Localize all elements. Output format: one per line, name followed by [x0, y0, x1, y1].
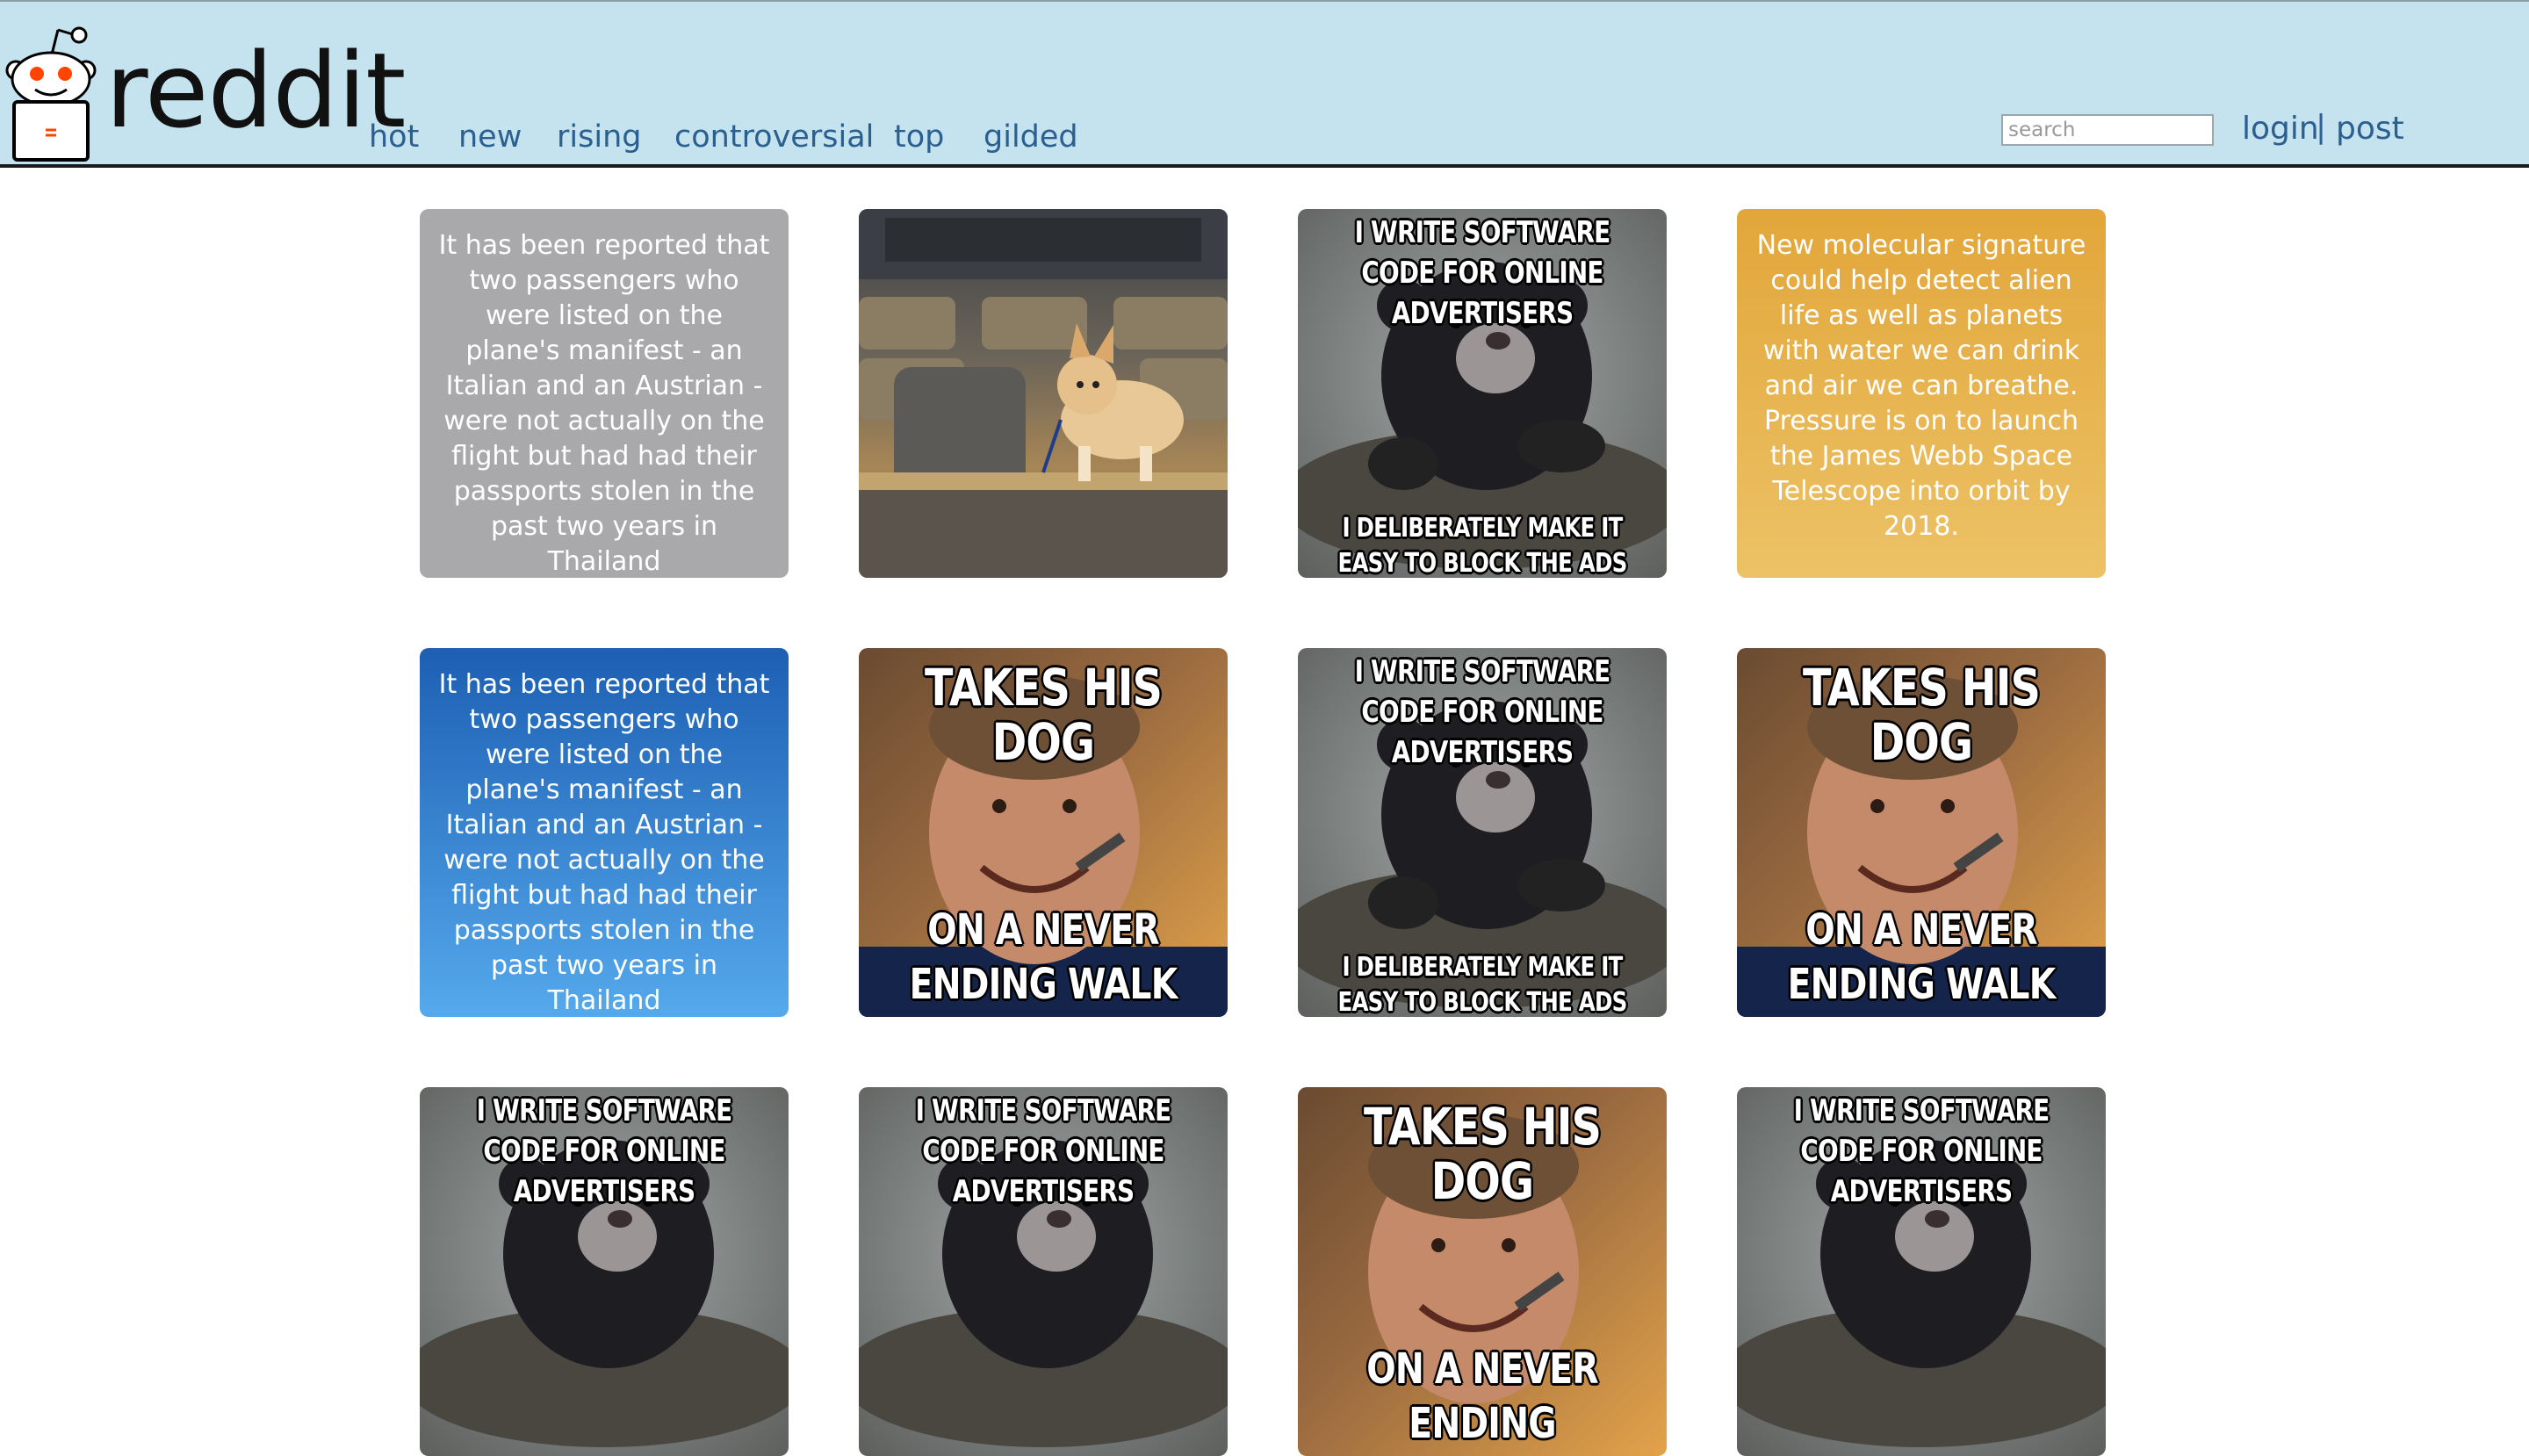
meme-top-caption: TAKES HIS DOG	[1802, 658, 2041, 772]
post-text: It has been reported that two passengers…	[438, 230, 770, 577]
meme-top-caption: I WRITE SOFTWARE CODE FOR ONLINE ADVERTI…	[915, 1093, 1172, 1209]
post-tile-meme[interactable]: I WRITE SOFTWARE CODE FOR ONLINE ADVERTI…	[1298, 209, 1667, 578]
meme-top-caption: I WRITE SOFTWARE CODE FOR ONLINE ADVERTI…	[1354, 215, 1611, 331]
meme-bottom-caption: I DELIBERATELY MAKE IT EASY TO BLOCK THE…	[1337, 952, 1627, 1017]
post-tile-text[interactable]: It has been reported that two passengers…	[420, 648, 789, 1017]
meme-bottom-caption: I DELIBERATELY MAKE IT EASY TO BLOCK THE…	[1337, 513, 1627, 578]
post-text: It has been reported that two passengers…	[438, 669, 770, 1016]
post-tile-meme[interactable]: TAKES HIS DOG ON A NEVER ENDING WALK	[1737, 648, 2106, 1017]
meme-top-caption: I WRITE SOFTWARE CODE FOR ONLINE ADVERTI…	[476, 1093, 733, 1209]
meme-bottom-caption: ON A NEVER ENDING WALK	[1787, 905, 2057, 1009]
meme-top-caption: TAKES HIS DOG	[1363, 1097, 1602, 1211]
post-tile-text[interactable]: It has been reported that two passengers…	[420, 209, 789, 578]
search-input[interactable]	[2001, 114, 2214, 146]
post-tile-meme[interactable]: I WRITE SOFTWARE CODE FOR ONLINE ADVERTI…	[1737, 1087, 2106, 1456]
post-tile-image[interactable]	[859, 209, 1228, 578]
separator: |	[2316, 109, 2327, 145]
corgi-puppy-image	[859, 209, 1228, 578]
post-tile-text[interactable]: New molecular signature could help detec…	[1737, 209, 2106, 578]
login-link[interactable]: login	[2242, 111, 2319, 147]
nav-gilded[interactable]: gilded	[984, 119, 1078, 155]
top-bar: reddit hot new rising controversial top …	[0, 0, 2529, 168]
nav-new[interactable]: new	[458, 119, 522, 155]
post-tile-meme[interactable]: TAKES HIS DOG ON A NEVER ENDING	[1298, 1087, 1667, 1456]
meme-top-caption: TAKES HIS DOG	[924, 658, 1163, 772]
meme-top-caption: I WRITE SOFTWARE CODE FOR ONLINE ADVERTI…	[1793, 1093, 2050, 1209]
nav-hot[interactable]: hot	[369, 119, 419, 155]
post-tile-meme[interactable]: I WRITE SOFTWARE CODE FOR ONLINE ADVERTI…	[1298, 648, 1667, 1017]
nav-top[interactable]: top	[894, 119, 944, 155]
meme-top-caption: I WRITE SOFTWARE CODE FOR ONLINE ADVERTI…	[1354, 654, 1611, 770]
nav-rising[interactable]: rising	[557, 119, 641, 155]
post-tile-meme[interactable]: I WRITE SOFTWARE CODE FOR ONLINE ADVERTI…	[420, 1087, 789, 1456]
post-tile-meme[interactable]: TAKES HIS DOG ON A NEVER ENDING WALK	[859, 648, 1228, 1017]
reddit-wordmark[interactable]: reddit	[105, 39, 406, 142]
nav-controversial[interactable]: controversial	[674, 119, 874, 155]
post-link[interactable]: post	[2336, 111, 2404, 147]
post-tile-meme[interactable]: I WRITE SOFTWARE CODE FOR ONLINE ADVERTI…	[859, 1087, 1228, 1456]
post-text: New molecular signature could help detec…	[1756, 230, 2086, 542]
meme-bottom-caption: ON A NEVER ENDING	[1366, 1344, 1598, 1448]
reddit-alien-logo-icon[interactable]	[5, 18, 97, 162]
meme-bottom-caption: ON A NEVER ENDING WALK	[909, 905, 1178, 1009]
